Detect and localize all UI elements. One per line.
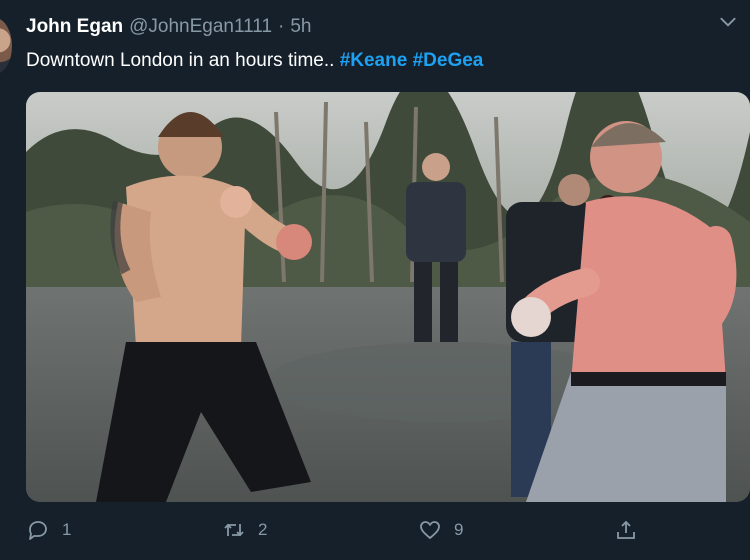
tweet-media-image[interactable] [26,92,750,502]
hashtag-degea[interactable]: #DeGea [413,50,484,71]
share-button[interactable] [614,518,638,542]
tweet-actions: 1 2 9 [26,512,726,552]
tweet-header: John Egan @JohnEgan1111 · 5h [26,14,736,40]
share-icon [617,520,635,539]
retweet-count: 2 [258,520,268,539]
retweet-icon [224,523,244,537]
reply-count: 1 [62,520,72,539]
media-photo [26,92,750,502]
reply-icon [29,521,47,540]
heart-icon [420,521,440,539]
like-count: 9 [454,520,464,539]
tweet-text: Downtown London in an hours time.. #Kean… [26,48,730,74]
author-name[interactable]: John Egan [26,16,123,38]
author-avatar[interactable] [0,18,12,74]
chevron-down-icon[interactable] [718,12,738,32]
retweet-button[interactable]: 2 [222,518,267,542]
author-handle[interactable]: @JohnEgan1111 [129,16,272,38]
separator-dot: · [278,16,285,37]
like-button[interactable]: 9 [418,518,463,542]
tweet-timestamp[interactable]: 5h [290,16,311,38]
reply-button[interactable]: 1 [26,518,71,542]
hashtag-keane[interactable]: #Keane [340,50,408,71]
tweet-body: Downtown London in an hours time.. [26,50,335,71]
